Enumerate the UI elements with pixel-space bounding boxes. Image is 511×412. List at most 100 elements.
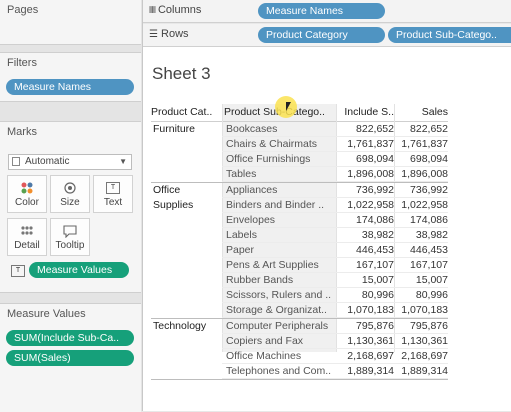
include-value-cell: 80,996 xyxy=(361,289,394,301)
subcategory-cell: Envelopes xyxy=(226,214,276,226)
detail-label: Detail xyxy=(14,240,40,251)
sheet-title: Sheet 3 xyxy=(152,64,211,83)
rows-icon: ☰ xyxy=(149,29,158,40)
rows-shelf[interactable]: ☰ Rows Product Category Product Sub-Cate… xyxy=(143,24,511,47)
sales-value-cell: 1,130,361 xyxy=(401,335,448,347)
mouse-cursor-icon xyxy=(286,102,291,111)
text-pill-measure-values[interactable]: Measure Values xyxy=(29,262,129,278)
color-icon xyxy=(8,179,46,197)
text-label: Text xyxy=(103,197,123,208)
subcategory-cell: Bookcases xyxy=(226,123,278,135)
sales-value-cell: 38,982 xyxy=(415,229,448,241)
include-value-cell: 174,086 xyxy=(356,214,394,226)
include-value-cell: 15,007 xyxy=(361,274,394,286)
subcategory-cell: Rubber Bands xyxy=(226,274,294,286)
include-value-cell: 822,652 xyxy=(356,123,394,135)
subcategory-cell: Computer Peripherals xyxy=(226,320,329,332)
include-value-cell: 1,130,361 xyxy=(347,335,394,347)
sales-value-cell: 174,086 xyxy=(410,214,448,226)
text-button[interactable]: T Text xyxy=(93,175,133,213)
sales-value-cell: 736,992 xyxy=(410,184,448,196)
column-header[interactable]: Sales xyxy=(396,104,448,121)
sales-value-cell: 1,896,008 xyxy=(401,168,448,180)
text-shelf-icon: T xyxy=(11,265,25,277)
subcategory-cell: Chairs & Chairmats xyxy=(226,138,318,150)
subcategory-cell: Appliances xyxy=(226,184,278,196)
include-value-cell: 1,889,314 xyxy=(347,365,394,377)
sales-value-cell: 2,168,697 xyxy=(401,350,448,362)
pages-title: Pages xyxy=(7,4,39,16)
include-value-cell: 736,992 xyxy=(356,184,394,196)
column-header[interactable]: Product Cat.. xyxy=(151,104,221,121)
measure-values-card: Measure Values SUM(Include Sub-Ca.. SUM(… xyxy=(0,303,141,412)
include-value-cell: 1,896,008 xyxy=(347,168,394,180)
subcategory-cell: Tables xyxy=(226,168,257,180)
detail-icon xyxy=(8,222,46,240)
subcategory-cell: Pens & Art Supplies xyxy=(226,259,319,271)
subcategory-cell: Office Machines xyxy=(226,350,302,362)
include-value-cell: 795,876 xyxy=(356,320,394,332)
category-label: Office Supplies xyxy=(153,184,194,211)
rows-label: ☰ Rows xyxy=(149,28,189,40)
sales-value-cell: 822,652 xyxy=(410,123,448,135)
subcategory-cell: Labels xyxy=(226,229,257,241)
marks-card: Marks Automatic ▼ Color Size T Text Deta… xyxy=(0,121,141,293)
rows-pill-product-category[interactable]: Product Category xyxy=(258,27,385,43)
mark-type-icon xyxy=(12,157,20,166)
color-button[interactable]: Color xyxy=(7,175,47,213)
subcategory-cell: Binders and Binder .. xyxy=(226,199,325,211)
measure-pill-sales[interactable]: SUM(Sales) xyxy=(6,350,134,366)
subcategory-cell: Paper xyxy=(226,244,255,256)
mark-type-dropdown[interactable]: Automatic ▼ xyxy=(8,154,132,170)
sales-value-cell: 80,996 xyxy=(415,289,448,301)
color-label: Color xyxy=(15,197,39,208)
include-value-cell: 698,094 xyxy=(356,153,394,165)
sales-value-cell: 1,022,958 xyxy=(401,199,448,211)
columns-shelf[interactable]: ⦀⦀ Columns Measure Names xyxy=(143,0,511,23)
subcategory-cell: Telephones and Com.. xyxy=(226,365,332,377)
filters-card: Filters Measure Names xyxy=(0,52,141,102)
detail-button[interactable]: Detail xyxy=(7,218,47,256)
sales-value-cell: 446,453 xyxy=(410,244,448,256)
include-value-cell: 167,107 xyxy=(356,259,394,271)
columns-icon: ⦀⦀ xyxy=(149,5,156,15)
size-icon xyxy=(51,179,89,197)
columns-label: ⦀⦀ Columns xyxy=(149,4,202,16)
pages-card: Pages xyxy=(0,0,141,45)
include-value-cell: 446,453 xyxy=(356,244,394,256)
sales-value-cell: 167,107 xyxy=(410,259,448,271)
sales-value-cell: 1,889,314 xyxy=(401,365,448,377)
size-label: Size xyxy=(60,197,80,208)
left-panel: Pages Filters Measure Names Marks Automa… xyxy=(0,0,143,412)
measure-values-title: Measure Values xyxy=(7,308,86,320)
subcategory-cell: Office Furnishings xyxy=(226,153,311,165)
tooltip-icon xyxy=(51,222,89,240)
sales-value-cell: 698,094 xyxy=(410,153,448,165)
group-divider xyxy=(151,379,448,380)
mark-type-value: Automatic xyxy=(25,156,70,167)
sales-value-cell: 1,761,837 xyxy=(401,138,448,150)
columns-pill-measure-names[interactable]: Measure Names xyxy=(258,3,385,19)
sales-value-cell: 795,876 xyxy=(410,320,448,332)
measure-pill-include-sub[interactable]: SUM(Include Sub-Ca.. xyxy=(6,330,134,346)
include-value-cell: 38,982 xyxy=(361,229,394,241)
marks-title: Marks xyxy=(7,126,37,138)
sales-value-cell: 15,007 xyxy=(415,274,448,286)
include-value-cell: 2,168,697 xyxy=(347,350,394,362)
tooltip-button[interactable]: Tooltip xyxy=(50,218,90,256)
workspace: ⦀⦀ Columns Measure Names ☰ Rows Product … xyxy=(143,0,511,411)
filters-title: Filters xyxy=(7,57,37,69)
subcategory-cell: Scissors, Rulers and .. xyxy=(226,289,332,301)
text-icon: T xyxy=(94,179,132,197)
filter-pill-measure-names[interactable]: Measure Names xyxy=(6,79,134,95)
size-button[interactable]: Size xyxy=(50,175,90,213)
include-value-cell: 1,022,958 xyxy=(347,199,394,211)
include-value-cell: 1,070,183 xyxy=(347,304,394,316)
column-header[interactable]: Include S.. xyxy=(338,104,394,121)
subcategory-cell: Storage & Organizat.. xyxy=(226,304,327,316)
subcategory-cell: Copiers and Fax xyxy=(226,335,304,347)
column-divider xyxy=(394,104,395,352)
chevron-down-icon: ▼ xyxy=(119,157,127,166)
tooltip-label: Tooltip xyxy=(55,240,85,251)
rows-pill-product-subcategory[interactable]: Product Sub-Catego.. xyxy=(388,27,511,43)
